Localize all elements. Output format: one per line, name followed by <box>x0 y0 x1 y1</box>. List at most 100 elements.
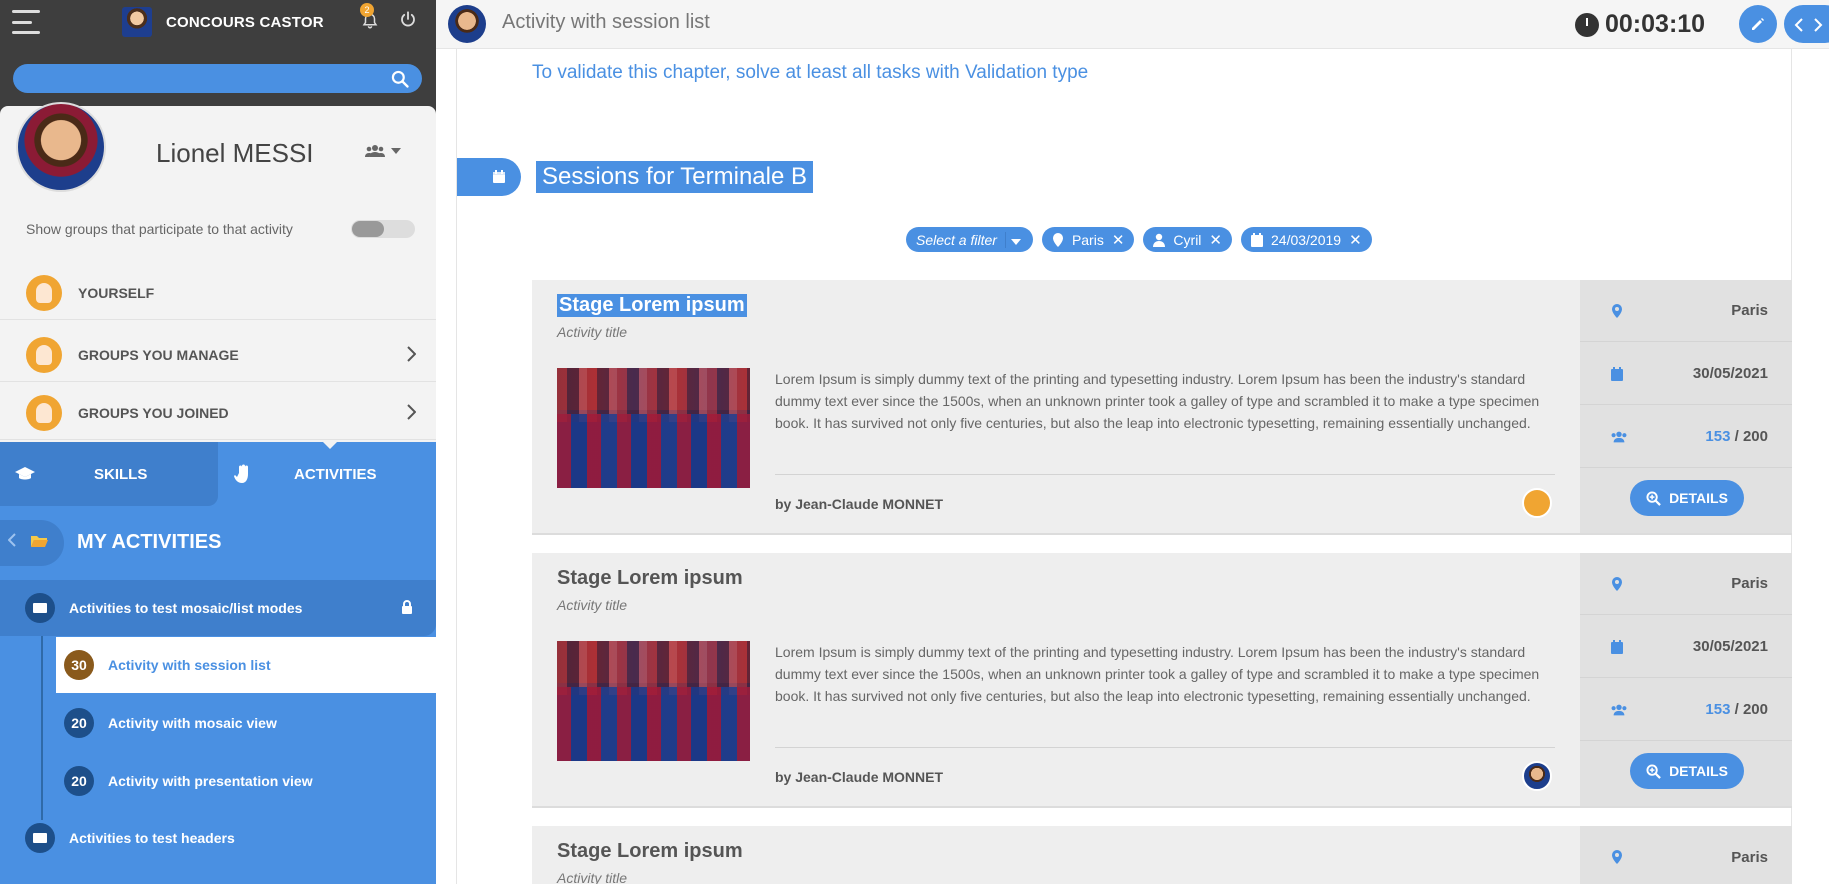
tab-skills[interactable]: SKILLS <box>0 442 218 506</box>
hand-icon <box>234 464 248 483</box>
filter-value: Paris <box>1071 231 1104 248</box>
chevron-right-icon[interactable] <box>1813 17 1823 32</box>
details-button[interactable]: DETAILS <box>1630 480 1744 516</box>
filter-chip-person[interactable]: Cyril ✕ <box>1143 227 1232 252</box>
page-title: Activity with session list <box>502 11 710 33</box>
activity-row-active[interactable]: 30 Activity with session list <box>56 637 436 693</box>
divider <box>775 747 1555 748</box>
session-capacity-row: 153 / 200 <box>1580 406 1792 468</box>
user-icon <box>1153 233 1166 247</box>
details-label: DETAILS <box>1669 490 1728 506</box>
author-avatar <box>1522 761 1552 791</box>
session-date-row: 30/05/2021 <box>1580 616 1792 678</box>
session-info-panel: Paris 30/05/2021 153 / 200 DETAILS <box>1580 553 1792 806</box>
graduation-cap-icon <box>15 467 35 480</box>
activity-score: 30 <box>64 650 94 680</box>
map-pin-icon <box>1052 232 1063 247</box>
menu-icon[interactable] <box>12 10 40 34</box>
session-author: by Jean-Claude MONNET <box>775 496 944 512</box>
search-input[interactable] <box>13 64 422 93</box>
session-card: Stage Lorem ipsum Activity title Lorem I… <box>532 553 1792 808</box>
show-groups-toggle[interactable] <box>351 220 415 238</box>
validation-instruction: To validate this chapter, solve at least… <box>532 62 1089 83</box>
zoom-in-icon <box>1646 763 1661 779</box>
map-pin-icon <box>1612 850 1622 864</box>
session-description: Lorem Ipsum is simply dummy text of the … <box>775 644 1540 704</box>
filter-chip-place[interactable]: Paris ✕ <box>1041 227 1135 252</box>
chapter-label: Activities to test mosaic/list modes <box>69 600 303 616</box>
folder-open-icon <box>31 536 48 547</box>
session-place: Paris <box>1731 575 1768 592</box>
calendar-icon <box>493 170 505 183</box>
remove-filter-icon[interactable]: ✕ <box>1349 231 1362 249</box>
activity-score: 20 <box>64 766 94 796</box>
session-author: by Jean-Claude MONNET <box>775 769 944 785</box>
calendar-icon <box>1251 232 1263 247</box>
session-card: Stage Lorem ipsum Activity title Paris <box>532 826 1792 884</box>
group-label: GROUPS YOU MANAGE <box>78 346 239 363</box>
topbar-avatar[interactable] <box>448 5 486 43</box>
group-row-joined[interactable]: GROUPS YOU JOINED <box>0 386 436 440</box>
chapter-row[interactable]: Activities to test mosaic/list modes <box>0 580 436 636</box>
filter-bar: Select a filter Paris ✕ Cyril ✕ 24/03/20… <box>906 227 1372 252</box>
my-activities-back-button[interactable] <box>0 520 64 566</box>
session-place-row: Paris <box>1580 553 1792 615</box>
session-date-row: 30/05/2021 <box>1580 343 1792 405</box>
brand-logo <box>122 7 152 37</box>
tab-label: ACTIVITIES <box>294 465 377 483</box>
chapter-row[interactable]: Activities to test headers <box>0 810 436 866</box>
group-selector[interactable] <box>365 144 401 158</box>
session-place: Paris <box>1731 848 1768 866</box>
session-capacity-row: 153 / 200 <box>1580 679 1792 741</box>
edit-button[interactable] <box>1739 5 1777 43</box>
session-capacity: / 200 <box>1734 428 1768 445</box>
chevron-left-icon[interactable] <box>1794 17 1804 32</box>
timer: 00:03:10 <box>1575 10 1705 39</box>
session-info-panel: Paris 30/05/2021 153 / 200 DETAILS <box>1580 280 1792 533</box>
remove-filter-icon[interactable]: ✕ <box>1112 231 1125 249</box>
session-subtitle: Activity title <box>557 870 628 884</box>
activity-label: Activity with mosaic view <box>108 715 277 731</box>
filter-value: Cyril <box>1173 231 1202 248</box>
zoom-in-icon <box>1646 490 1661 506</box>
remove-filter-icon[interactable]: ✕ <box>1209 231 1222 249</box>
session-info-panel: Paris <box>1580 826 1792 884</box>
sessions-calendar-button[interactable] <box>457 158 521 196</box>
timer-value: 00:03:10 <box>1605 10 1706 38</box>
caret-down-icon <box>1004 231 1027 248</box>
calendar-icon <box>1611 639 1623 654</box>
session-description: Lorem Ipsum is simply dummy text of the … <box>775 371 1540 431</box>
activity-row[interactable]: 20 Activity with mosaic view <box>56 695 436 751</box>
power-icon[interactable] <box>398 10 418 32</box>
tab-activities[interactable]: ACTIVITIES <box>218 442 436 506</box>
filter-value: 24/03/2019 <box>1271 231 1342 248</box>
session-image <box>557 368 750 488</box>
divider <box>775 474 1555 475</box>
session-subtitle: Activity title <box>557 324 628 340</box>
avatar[interactable] <box>16 102 106 192</box>
chevron-left-icon <box>7 533 16 552</box>
caret-down-icon <box>391 148 401 154</box>
user-icon <box>26 274 62 311</box>
session-title: Stage Lorem ipsum <box>557 294 747 317</box>
activity-row[interactable]: 20 Activity with presentation view <box>56 753 436 809</box>
select-filter-dropdown[interactable]: Select a filter <box>906 227 1033 252</box>
session-title: Stage Lorem ipsum <box>557 567 743 589</box>
session-place-row: Paris <box>1580 826 1792 884</box>
calendar-icon <box>1611 366 1623 381</box>
prev-next-nav[interactable] <box>1784 5 1829 43</box>
show-groups-label: Show groups that participate to that act… <box>26 221 293 237</box>
details-button[interactable]: DETAILS <box>1630 753 1744 789</box>
folder-icon <box>25 593 55 623</box>
session-place-row: Paris <box>1580 280 1792 342</box>
search-icon[interactable] <box>390 69 410 89</box>
session-place: Paris <box>1731 302 1768 319</box>
filter-chip-date[interactable]: 24/03/2019 ✕ <box>1241 227 1372 252</box>
author-avatar <box>1522 488 1552 518</box>
activity-score: 20 <box>64 708 94 738</box>
group-row-yourself[interactable]: YOURSELF <box>0 266 436 320</box>
clock-icon <box>1575 12 1599 37</box>
users-icon <box>365 145 385 157</box>
group-row-manage[interactable]: GROUPS YOU MANAGE <box>0 328 436 382</box>
details-label: DETAILS <box>1669 763 1728 779</box>
